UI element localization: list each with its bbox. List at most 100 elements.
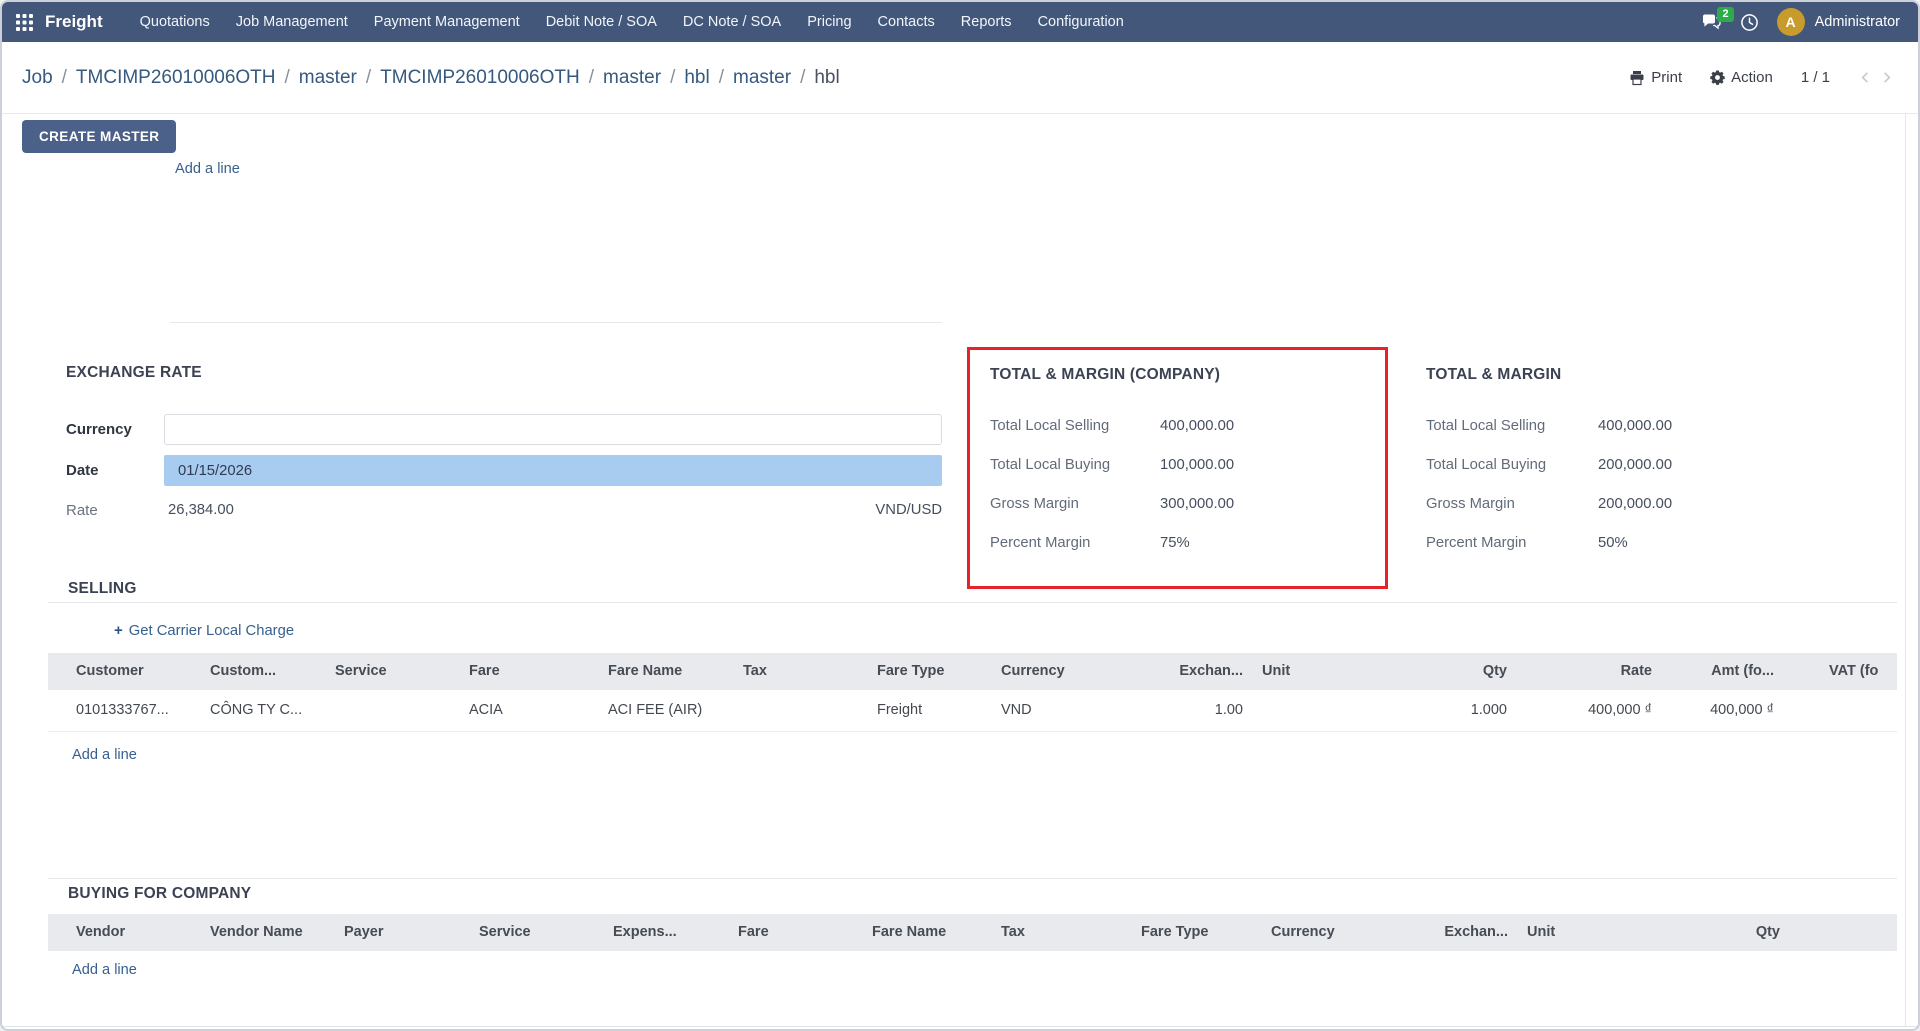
record-controls: Print Action 1 / 1 [1629,69,1894,86]
col-payer[interactable]: Payer [344,914,384,951]
selling-table-row[interactable]: 0101333767... CÔNG TY C... ACIA ACI FEE … [48,690,1897,732]
get-carrier-local-charge-button[interactable]: + Get Carrier Local Charge [114,622,294,639]
cell-fare[interactable]: ACIA [469,690,503,731]
next-record-button[interactable] [1879,70,1894,85]
cell-amt[interactable]: 400,000 ₫ [1710,690,1774,731]
col-exchange[interactable]: Exchan... [1444,914,1508,951]
col-currency[interactable]: Currency [1001,653,1065,690]
margin-company-row-label: Percent Margin [990,535,1090,551]
col-tax[interactable]: Tax [1001,914,1025,951]
cell-fare-type[interactable]: Freight [877,690,922,731]
col-fare-name[interactable]: Fare Name [872,914,946,951]
cell-fare-name[interactable]: ACI FEE (AIR) [608,690,702,731]
nav-item-debit-note-soa[interactable]: Debit Note / SOA [546,14,657,30]
col-customer[interactable]: Customer [76,653,144,690]
col-rate[interactable]: Rate [1621,653,1652,690]
col-qty[interactable]: Qty [1483,653,1507,690]
col-unit[interactable]: Unit [1262,653,1290,690]
col-fare-name[interactable]: Fare Name [608,653,682,690]
breadcrumb-separator: / [366,67,371,89]
col-vendor[interactable]: Vendor [76,914,125,951]
col-vat[interactable]: VAT (fo [1829,653,1878,690]
add-line-link-buying[interactable]: Add a line [72,962,137,978]
nav-item-reports[interactable]: Reports [961,14,1012,30]
rate-label: Rate [66,502,98,519]
margin-total-row-label: Total Local Selling [1426,418,1545,434]
nav-item-dc-note-soa[interactable]: DC Note / SOA [683,14,781,30]
divider [48,878,1897,879]
date-input[interactable]: 01/15/2026 [164,455,942,486]
nav-item-quotations[interactable]: Quotations [140,14,210,30]
currency-input[interactable] [164,414,942,445]
margin-total-row-label: Gross Margin [1426,496,1515,512]
cell-rate[interactable]: 400,000 ₫ [1588,690,1652,731]
col-fare[interactable]: Fare [469,653,500,690]
nav-item-job-management[interactable]: Job Management [236,14,348,30]
action-button[interactable]: Action [1710,69,1773,86]
window-bottom-edge [2,1026,1918,1027]
breadcrumb-job-ref[interactable]: TMCIMP26010006OTH [76,67,276,89]
messages-button[interactable]: 2 [1702,14,1722,31]
breadcrumb-separator: / [800,67,805,89]
col-unit[interactable]: Unit [1527,914,1555,951]
margin-company-row-value: 100,000.00 [1160,457,1234,473]
col-fare-type[interactable]: Fare Type [1141,914,1208,951]
cell-customer[interactable]: 0101333767... [76,690,169,731]
prev-record-button[interactable] [1858,70,1873,85]
col-service[interactable]: Service [479,914,531,951]
add-line-link-selling[interactable]: Add a line [72,747,137,763]
cell-qty[interactable]: 1.000 [1471,690,1507,731]
scrollbar-track[interactable] [1905,113,1906,1026]
col-fare[interactable]: Fare [738,914,769,951]
printer-icon [1629,70,1645,86]
cell-customer-name[interactable]: CÔNG TY C... [210,690,302,731]
col-amt[interactable]: Amt (fo... [1711,653,1774,690]
nav-item-pricing[interactable]: Pricing [807,14,851,30]
user-name[interactable]: Administrator [1815,14,1900,30]
col-fare-type[interactable]: Fare Type [877,653,944,690]
nav-item-configuration[interactable]: Configuration [1038,14,1124,30]
app-name[interactable]: Freight [45,12,103,32]
col-qty[interactable]: Qty [1756,914,1780,951]
breadcrumb-master-1[interactable]: master [299,67,357,89]
activities-clock-icon[interactable] [1740,13,1759,32]
top-navbar: Freight Quotations Job Management Paymen… [2,2,1918,42]
divider [48,602,1897,603]
margin-total-row-value: 50% [1598,535,1628,551]
breadcrumb-job[interactable]: Job [22,67,53,89]
print-button[interactable]: Print [1629,69,1682,86]
user-avatar[interactable]: A [1777,8,1805,36]
buying-table-header: Vendor Vendor Name Payer Service Expens.… [48,914,1897,951]
margin-company-row-value: 75% [1160,535,1190,551]
currency-label: Currency [66,421,132,438]
create-master-button[interactable]: CREATE MASTER [22,120,176,153]
margin-total-row-label: Percent Margin [1426,535,1526,551]
plus-icon: + [114,622,123,639]
breadcrumb-job-ref-2[interactable]: TMCIMP26010006OTH [380,67,580,89]
col-exchange[interactable]: Exchan... [1179,653,1243,690]
breadcrumb-hbl-1[interactable]: hbl [684,67,709,89]
nav-item-payment-management[interactable]: Payment Management [374,14,520,30]
margin-total-row-value: 200,000.00 [1598,457,1672,473]
margin-company-row-label: Total Local Buying [990,457,1110,473]
col-currency[interactable]: Currency [1271,914,1335,951]
breadcrumb-separator: / [285,67,290,89]
breadcrumb-master-2[interactable]: master [603,67,661,89]
margin-company-row-value: 400,000.00 [1160,418,1234,434]
get-carrier-label: Get Carrier Local Charge [129,623,294,639]
add-line-link-top[interactable]: Add a line [175,161,240,177]
col-service[interactable]: Service [335,653,387,690]
cell-exchange[interactable]: 1.00 [1215,690,1243,731]
date-value: 01/15/2026 [178,463,252,479]
apps-grid-icon[interactable] [16,14,33,31]
col-vendor-name[interactable]: Vendor Name [210,914,303,951]
breadcrumb-separator: / [62,67,67,89]
cell-currency[interactable]: VND [1001,690,1032,731]
col-expense[interactable]: Expens... [613,914,677,951]
breadcrumb-master-3[interactable]: master [733,67,791,89]
record-pager: 1 / 1 [1801,69,1830,86]
rate-unit: VND/USD [792,502,942,518]
nav-item-contacts[interactable]: Contacts [878,14,935,30]
col-tax[interactable]: Tax [743,653,767,690]
col-customer-name[interactable]: Custom... [210,653,276,690]
